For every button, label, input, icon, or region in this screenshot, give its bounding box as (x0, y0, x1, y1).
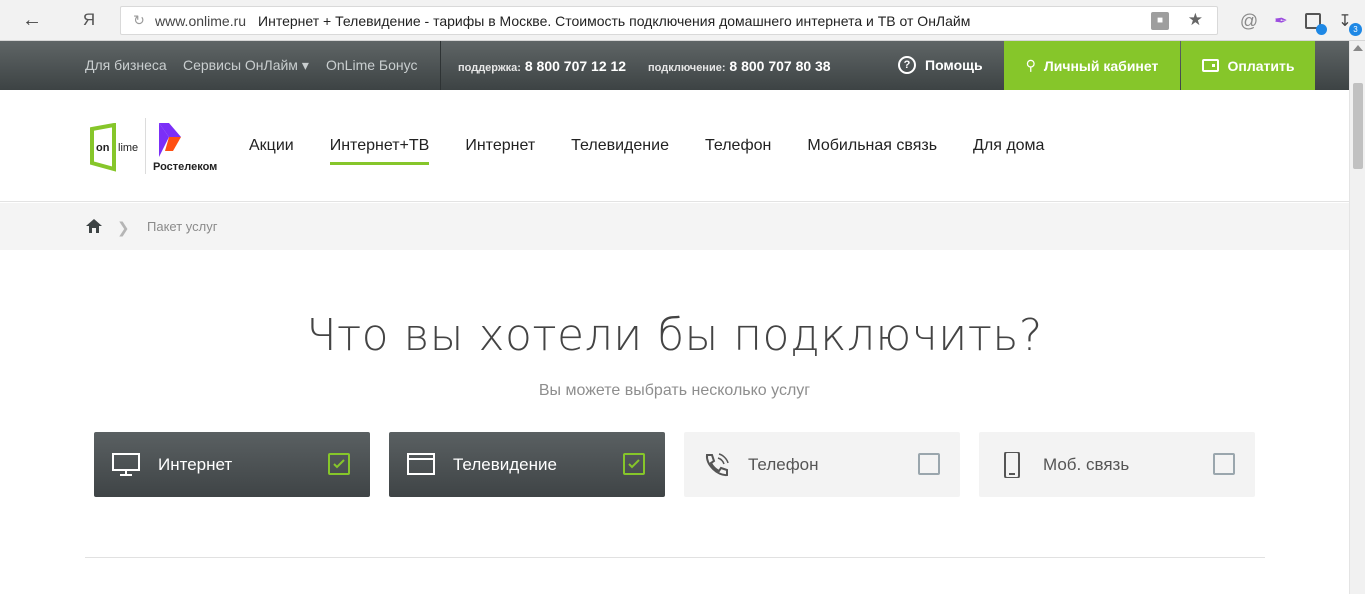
chevron-right-icon: ❯ (117, 220, 130, 237)
help-label: Помощь (925, 57, 983, 73)
lock-icon[interactable]: ■ (1151, 12, 1169, 30)
help-link[interactable]: ? Помощь (898, 56, 983, 74)
support-number: 8 800 707 12 12 (524, 58, 627, 74)
spiral-extension-icon[interactable]: @ (1238, 10, 1260, 32)
bonus-link[interactable]: OnLime Бонус (326, 57, 417, 73)
service-label: Интернет (158, 455, 233, 474)
cabinet-label: Личный кабинет (1043, 57, 1159, 74)
service-card-mobile[interactable]: Моб. связь (979, 432, 1255, 497)
support-phone[interactable]: поддержка: 8 800 707 12 12 (458, 58, 626, 74)
breadcrumb: ❯ Пакет услуг (0, 203, 1349, 250)
support-label: поддержка: (458, 62, 521, 74)
nav-telephone[interactable]: Телефон (705, 137, 771, 155)
checkmark-icon (333, 459, 345, 469)
page-title-in-address: Интернет + Телевидение - тарифы в Москве… (258, 12, 971, 29)
back-arrow-icon[interactable]: ← (14, 5, 50, 35)
connect-number: 8 800 707 80 38 (729, 58, 831, 74)
service-card-phone[interactable]: Телефон (684, 432, 960, 497)
page-scrollbar[interactable] (1349, 41, 1365, 594)
nav-internet[interactable]: Интернет (465, 137, 535, 155)
tv-window-icon (407, 453, 435, 475)
bookmark-star-icon[interactable]: ★ (1188, 10, 1203, 30)
checkbox-phone[interactable] (918, 453, 940, 475)
scroll-up-arrow-icon[interactable] (1353, 45, 1363, 51)
rostelecom-mark-icon (159, 123, 181, 157)
url-domain: www.onlime.ru (155, 12, 247, 29)
personal-cabinet-button[interactable]: ⚲ Личный кабинет (1004, 41, 1180, 90)
svg-text:on: on (96, 142, 110, 154)
topbar-divider (440, 41, 441, 90)
page-title: Что вы хотели бы подключить? (306, 310, 1043, 361)
monitor-icon (112, 453, 140, 476)
nav-mobile[interactable]: Мобильная связь (807, 137, 937, 155)
nav-promotions[interactable]: Акции (249, 137, 294, 155)
page-subtitle: Вы можете выбрать несколько услуг (538, 382, 811, 399)
service-card-tv[interactable]: Телевидение (389, 432, 665, 497)
reload-icon[interactable]: ↻ (129, 12, 149, 29)
services-dropdown[interactable]: Сервисы ОнЛайм ▾ (183, 57, 309, 74)
scroll-thumb[interactable] (1353, 83, 1363, 169)
nav-internet-tv[interactable]: Интернет+ТВ (329, 137, 429, 165)
business-link[interactable]: Для бизнеса (85, 57, 167, 73)
pay-button[interactable]: Оплатить (1181, 41, 1315, 90)
top-bar: Для бизнеса Сервисы ОнЛайм ▾ OnLime Бону… (0, 41, 1349, 90)
download-count-badge: 3 (1349, 23, 1362, 36)
onlime-logo[interactable]: on lime (88, 123, 142, 173)
rostelecom-text: Ростелеком (153, 161, 218, 173)
feather-extension-icon[interactable]: ✒ (1270, 10, 1292, 32)
translate-extension-icon[interactable] (1302, 10, 1327, 35)
connect-phone[interactable]: подключение: 8 800 707 80 38 (648, 58, 831, 74)
address-bar[interactable]: ↻ www.onlime.ru Интернет + Телевидение -… (120, 6, 1218, 35)
phone-icon (705, 453, 729, 477)
download-icon[interactable]: ↧ 3 (1334, 10, 1362, 36)
connect-label: подключение: (648, 62, 726, 74)
home-icon[interactable] (86, 219, 102, 233)
checkmark-icon (628, 459, 640, 469)
checkbox-internet[interactable] (328, 453, 350, 475)
logo-separator (145, 118, 146, 174)
main-nav: Акции Интернет+ТВ Интернет Телевидение Т… (249, 137, 1080, 165)
site-header: on lime Ростелеком Акции Интернет+ТВ Инт… (0, 90, 1349, 202)
yandex-button[interactable]: Я (74, 5, 104, 35)
checkbox-mobile[interactable] (1213, 453, 1235, 475)
service-label: Телефон (748, 455, 819, 474)
service-label: Телевидение (453, 455, 557, 474)
wallet-icon (1201, 59, 1219, 72)
smartphone-icon (1004, 452, 1020, 478)
rostelecom-logo[interactable]: Ростелеком (153, 123, 218, 175)
breadcrumb-current: Пакет услуг (147, 219, 218, 234)
nav-home[interactable]: Для дома (973, 137, 1044, 155)
section-divider (85, 557, 1265, 558)
service-label: Моб. связь (1043, 455, 1130, 474)
nav-television[interactable]: Телевидение (571, 137, 669, 155)
browser-toolbar: ← Я ↻ www.onlime.ru Интернет + Телевиден… (0, 0, 1365, 41)
service-card-internet[interactable]: Интернет (94, 432, 370, 497)
checkbox-tv[interactable] (623, 453, 645, 475)
pay-label: Оплатить (1227, 57, 1295, 74)
key-icon: ⚲ (1025, 57, 1036, 73)
question-circle-icon: ? (898, 56, 916, 74)
svg-text:lime: lime (118, 142, 138, 154)
